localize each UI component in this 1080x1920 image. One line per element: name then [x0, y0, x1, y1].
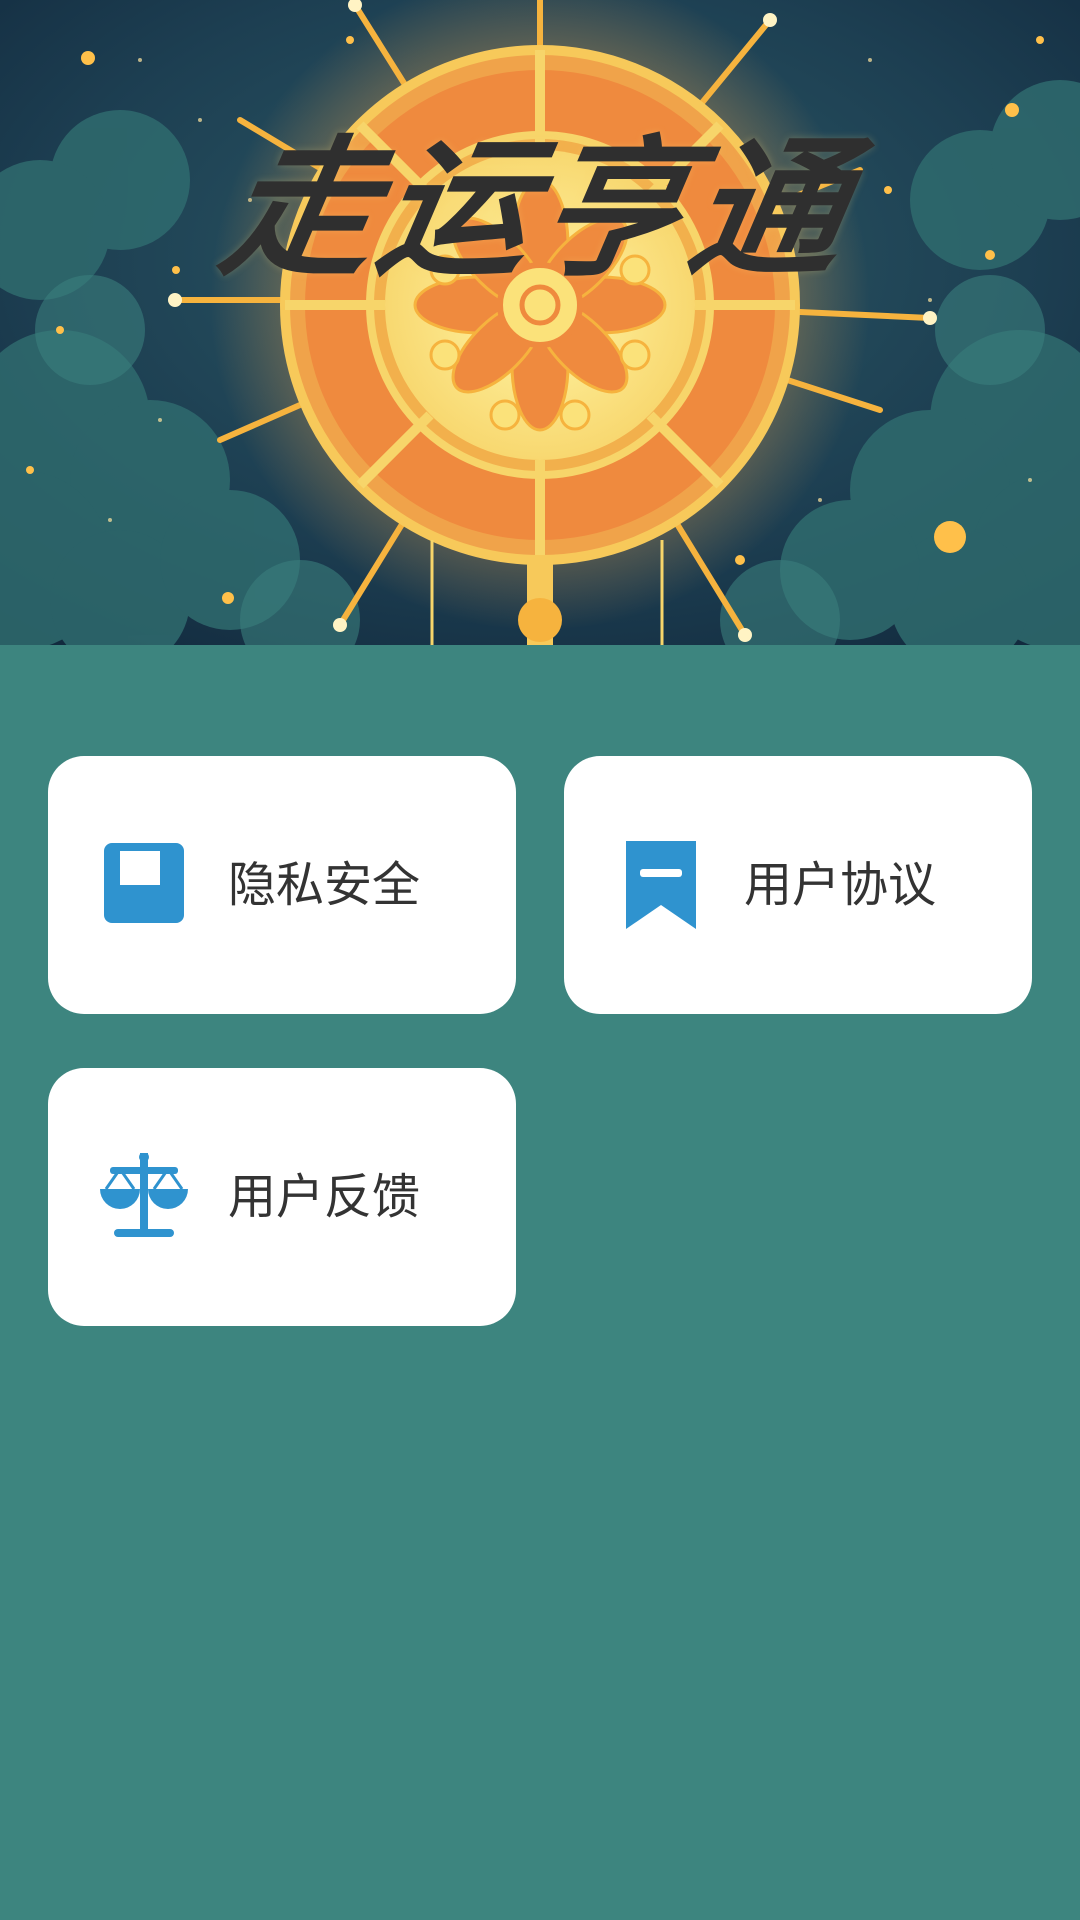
bookmark-icon: [616, 841, 704, 929]
privacy-square-icon: [100, 841, 188, 929]
user-feedback-label: 用户反馈: [228, 1169, 421, 1225]
user-agreement-label: 用户协议: [744, 857, 937, 913]
user-agreement-card[interactable]: 用户协议: [564, 756, 1032, 1014]
privacy-security-label: 隐私安全: [228, 857, 421, 913]
app-title: 走运亨通: [210, 123, 865, 297]
scale-icon: [100, 1152, 188, 1241]
privacy-security-card[interactable]: 隐私安全: [48, 756, 516, 1014]
user-feedback-card[interactable]: 用户反馈: [48, 1068, 516, 1326]
hero-banner: 走运亨通: [0, 0, 1080, 645]
